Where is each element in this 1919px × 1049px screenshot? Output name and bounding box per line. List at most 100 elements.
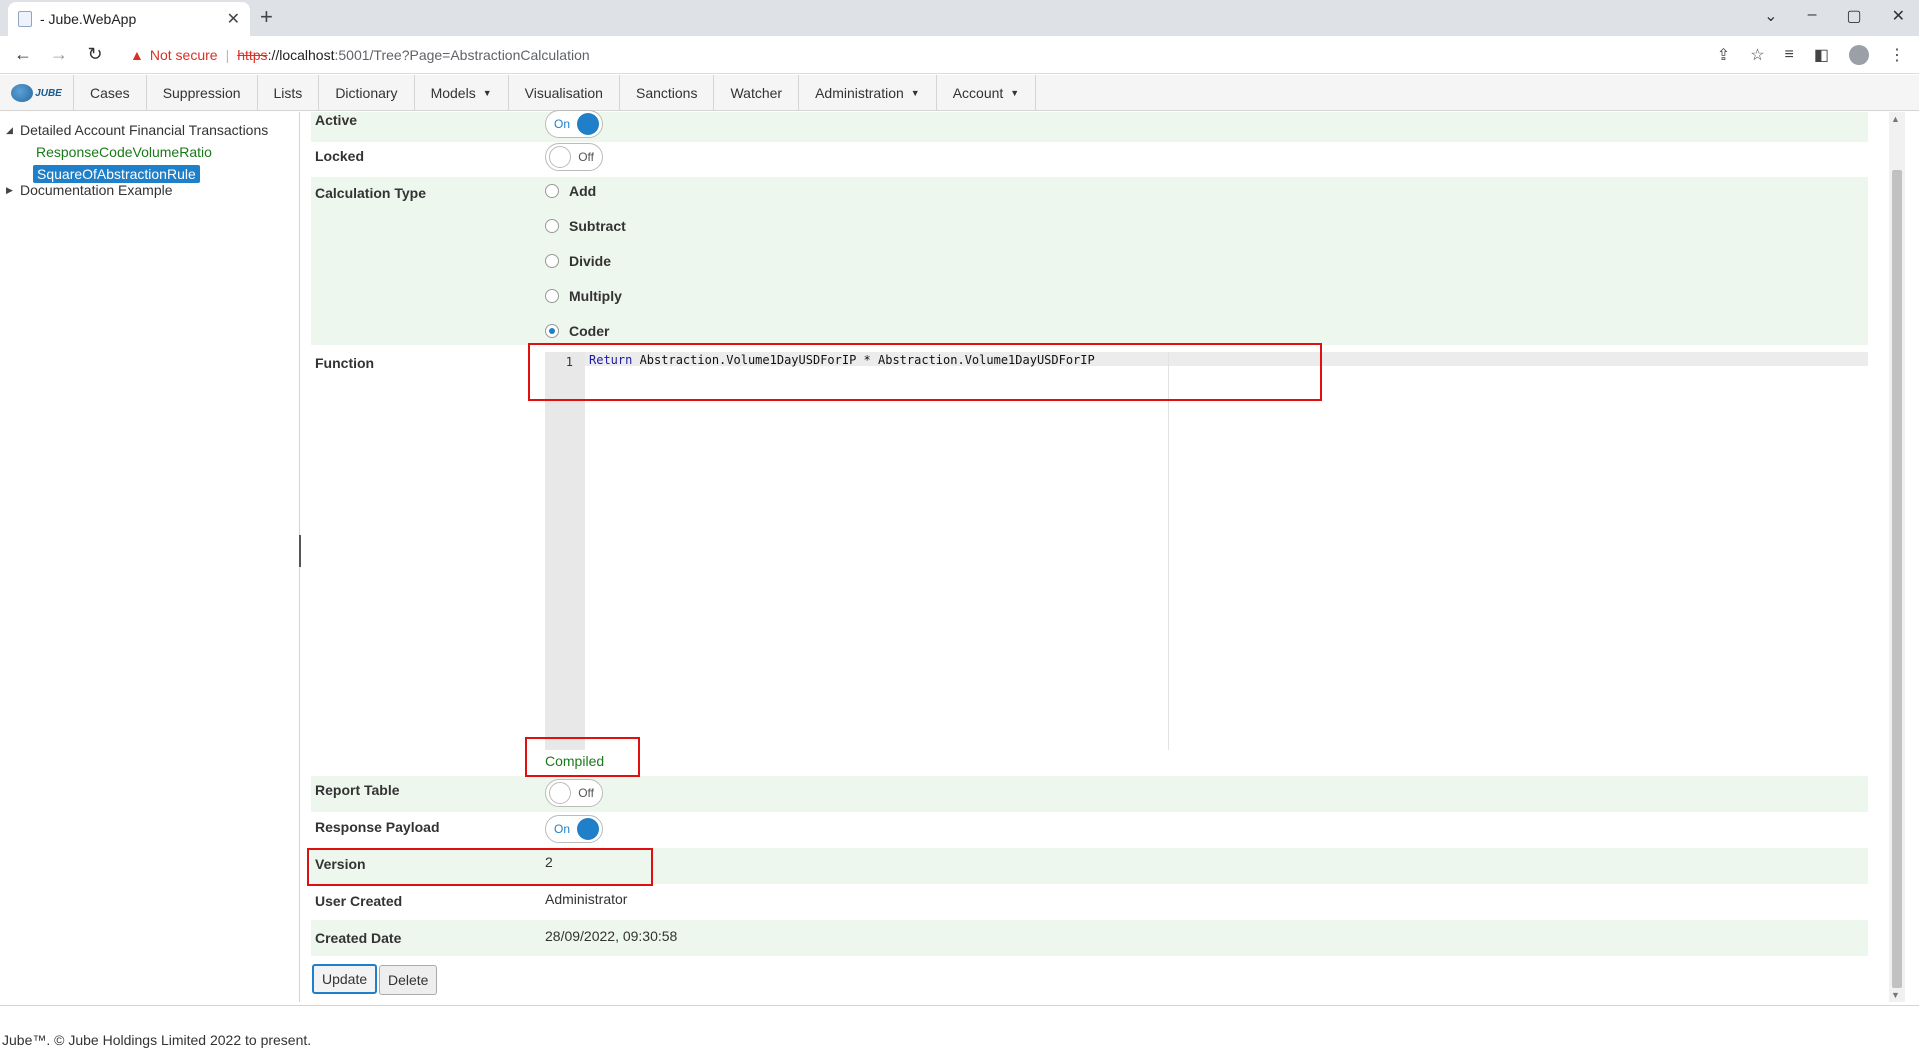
toggle-knob [549,146,571,168]
code-line[interactable]: Return Abstraction.Volume1DayUSDForIP * … [589,353,1095,367]
update-button[interactable]: Update [312,964,378,994]
nav-visualisation[interactable]: Visualisation [509,75,620,111]
close-window-icon[interactable]: ✕ [1892,6,1905,26]
nav-label: Cases [90,85,130,101]
toggle-state: On [554,117,571,131]
nav-label: Account [952,85,1004,101]
url-scheme: https [237,46,268,63]
code-expression: Abstraction.Volume1DayUSDForIP * Abstrac… [632,353,1095,367]
browser-menu-icon[interactable]: ⋮ [1889,45,1905,65]
editor-print-margin [1168,352,1169,750]
minimize-icon[interactable]: – [1808,6,1817,26]
forward-arrow-icon[interactable]: → [46,44,72,65]
browser-tabstrip: - Jube.WebApp ✕ + ⌄ – ▢ ✕ [0,0,1919,36]
locked-toggle[interactable]: Off [545,143,603,171]
response-payload-toggle[interactable]: On [545,815,603,843]
reload-icon[interactable]: ↻ [82,44,108,65]
scrollbar-thumb[interactable] [1892,170,1902,988]
radio-coder[interactable]: Coder [545,323,609,339]
nav-watcher[interactable]: Watcher [714,75,800,111]
url-host: ://localhost [267,46,335,63]
radio-label: Add [569,183,597,199]
user-created-value: Administrator [545,891,628,907]
nav-sanctions[interactable]: Sanctions [620,75,715,111]
radio-label: Coder [569,323,610,339]
radio-circle-icon [545,184,559,198]
pane-splitter-handle[interactable] [299,535,303,567]
scroll-down-arrow-icon[interactable]: ▼ [1891,990,1900,1000]
created-date-label: Created Date [315,930,402,946]
side-panel-icon[interactable]: ◧ [1814,45,1829,65]
active-label: Active [315,112,358,128]
toggle-knob [577,113,599,135]
nav-label: Models [430,85,476,101]
radio-add[interactable]: Add [545,183,596,199]
page-favicon-icon [18,11,32,27]
row-version: Version 2 [311,848,1868,884]
browser-tab[interactable]: - Jube.WebApp ✕ [8,2,250,36]
model-tree: ◢ Detailed Account Financial Transaction… [0,112,300,1002]
not-secure-label: Not secure [149,46,218,63]
tree-node-label: Detailed Account Financial Transactions [20,122,269,138]
nav-label: Lists [273,85,303,101]
back-arrow-icon[interactable]: ← [10,44,36,65]
share-icon[interactable]: ⇪ [1717,45,1730,65]
nav-administration[interactable]: Administration ▼ [799,75,937,111]
nav-label: Sanctions [635,85,698,101]
scroll-up-arrow-icon[interactable]: ▲ [1891,114,1900,124]
tab-search-chevron-icon[interactable]: ⌄ [1764,6,1777,26]
tree-expanded-triangle-icon[interactable]: ◢ [6,125,20,136]
row-report-table: Report Table Off [311,776,1868,812]
warning-triangle-icon: ▲ [130,46,144,63]
version-label: Version [315,856,366,872]
row-response-payload: Response Payload On [311,812,1868,848]
address-bar[interactable]: ▲ Not secure | https ://localhost :5001/… [130,47,590,63]
radio-circle-icon [545,254,559,268]
nav-dictionary[interactable]: Dictionary [319,75,415,111]
active-toggle[interactable]: On [545,110,603,138]
row-locked: Locked Off [311,142,1868,172]
row-created-date: Created Date 28/09/2022, 09:30:58 [311,920,1868,956]
app-navbar: JUBE Cases Suppression Lists Dictionary … [0,75,1919,111]
page-footer: Jube™. © Jube Holdings Limited 2022 to p… [0,1005,1919,1049]
calculation-type-label: Calculation Type [315,185,426,201]
bookmark-star-icon[interactable]: ☆ [1750,45,1764,65]
nav-account[interactable]: Account ▼ [937,75,1037,111]
profile-avatar-icon[interactable] [1849,45,1869,65]
media-queue-icon[interactable]: ≡ [1785,46,1794,64]
logo-text: JUBE [35,87,62,99]
row-active: Active On [311,110,1868,142]
radio-subtract[interactable]: Subtract [545,218,626,234]
close-tab-icon[interactable]: ✕ [227,9,240,29]
function-code-editor[interactable]: 1 Return Abstraction.Volume1DayUSDForIP … [545,352,1868,750]
new-tab-icon[interactable]: + [260,6,273,28]
radio-checked-icon [545,324,559,338]
radio-circle-icon [545,219,559,233]
jube-logo[interactable]: JUBE [0,75,74,111]
nav-cases[interactable]: Cases [74,75,147,111]
radio-multiply[interactable]: Multiply [545,288,622,304]
tree-collapsed-triangle-icon[interactable]: ▶ [6,185,20,196]
created-date-value: 28/09/2022, 09:30:58 [545,928,678,944]
version-value: 2 [545,854,553,870]
nav-lists[interactable]: Lists [258,75,320,111]
nav-label: Dictionary [335,85,398,101]
delete-button[interactable]: Delete [379,965,438,995]
nav-suppression[interactable]: Suppression [147,75,258,111]
nav-label: Suppression [162,85,241,101]
vertical-scrollbar[interactable]: ▲ ▼ [1889,112,1905,1002]
tree-leaf-square-of-abstraction-rule[interactable]: SquareOfAbstractionRule [33,165,200,183]
maximize-icon[interactable]: ▢ [1846,6,1861,26]
code-keyword: Return [589,353,633,367]
tree-node-detailed-account[interactable]: ◢ Detailed Account Financial Transaction… [6,122,268,138]
nav-label: Administration [815,85,904,101]
function-label: Function [315,355,375,371]
address-separator: | [225,46,230,63]
row-user-created: User Created Administrator [311,884,1868,920]
tree-node-documentation-example[interactable]: ▶ Documentation Example [6,182,173,198]
radio-label: Subtract [569,218,626,234]
report-table-toggle[interactable]: Off [545,779,603,807]
nav-models[interactable]: Models ▼ [415,75,509,111]
radio-divide[interactable]: Divide [545,253,611,269]
tree-leaf-response-code-volume-ratio[interactable]: ResponseCodeVolumeRatio [36,144,212,160]
